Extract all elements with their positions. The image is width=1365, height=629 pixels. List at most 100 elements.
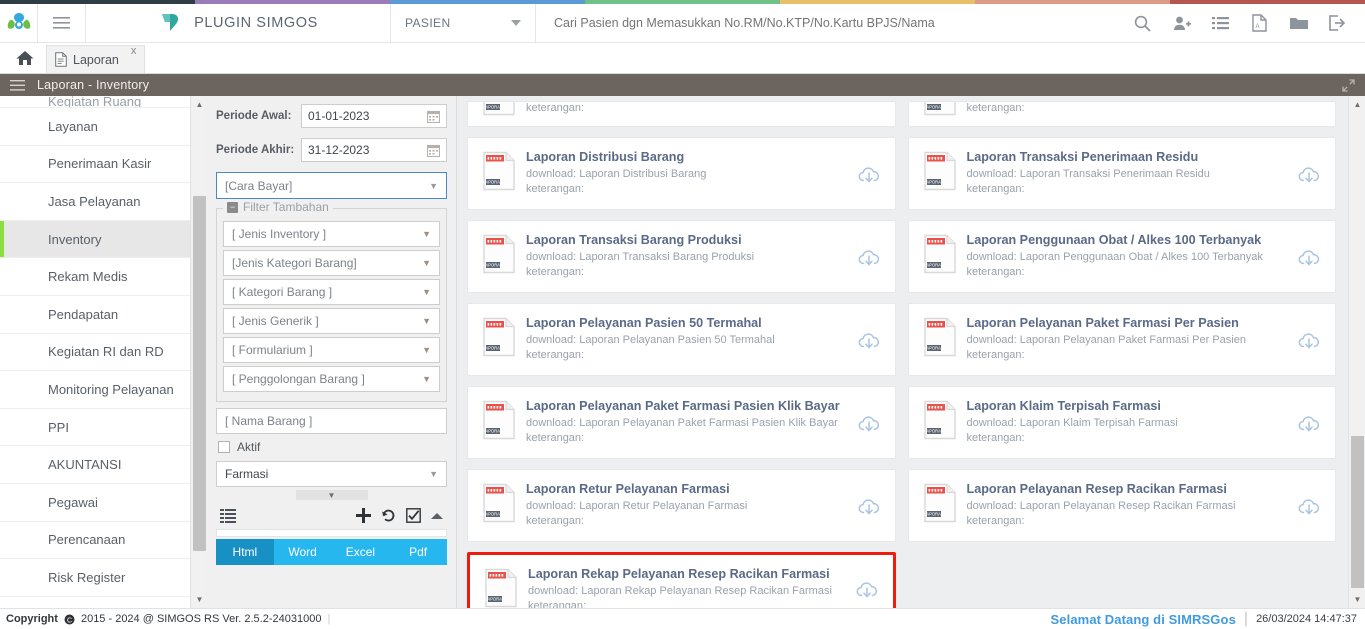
report-card[interactable]: LAPORAN Laporan Transaksi Penerimaan Res… bbox=[907, 137, 1336, 210]
list-lines-icon[interactable] bbox=[220, 508, 236, 523]
sidebar-item-pegawai[interactable]: Pegawai bbox=[0, 484, 207, 522]
plus-icon[interactable] bbox=[356, 508, 371, 523]
cloud-download-icon[interactable] bbox=[857, 331, 881, 351]
export-tab-word[interactable]: Word bbox=[273, 539, 332, 565]
sidebar-scroll-thumb[interactable] bbox=[193, 196, 206, 551]
search-icon[interactable] bbox=[1123, 4, 1162, 43]
scroll-down-arrow-icon[interactable]: ▼ bbox=[1349, 591, 1365, 608]
report-card-title[interactable]: Laporan Klaim Terpisah Farmasi bbox=[967, 399, 1298, 413]
report-card-title[interactable]: Laporan Retur Pelayanan Farmasi bbox=[526, 482, 857, 496]
tab-close-icon[interactable]: x bbox=[131, 45, 137, 57]
report-card[interactable]: LAPORAN Laporan Pelayanan Pasien 50 Term… bbox=[467, 303, 896, 376]
report-card[interactable]: LAPORAN Laporan Transaksi Barang Produks… bbox=[467, 220, 896, 293]
filter-select-3[interactable]: [ Jenis Generik ] ▼ bbox=[223, 308, 440, 334]
sidebar-item-akuntansi[interactable]: AKUNTANSI bbox=[0, 446, 207, 484]
hamburger-icon[interactable] bbox=[10, 79, 25, 91]
sidebar-item-ppi[interactable]: PPI bbox=[0, 409, 207, 447]
chevron-up-icon[interactable] bbox=[431, 512, 443, 520]
module-select[interactable]: PASIEN bbox=[391, 4, 536, 42]
patient-search-container[interactable] bbox=[536, 4, 1123, 42]
report-card[interactable]: LAPORAN Laporan Pelayanan Paket Farmasi … bbox=[907, 303, 1336, 376]
report-card[interactable]: LAPORAN Laporan Retur Pelayanan Farmasi d… bbox=[467, 469, 896, 542]
sidebar-item-monitoring-pelayanan[interactable]: Monitoring Pelayanan bbox=[0, 371, 207, 409]
report-card-title[interactable]: Laporan Distribusi Barang bbox=[526, 150, 857, 164]
tab-laporan[interactable]: Laporan x bbox=[46, 45, 146, 73]
main-scroll-thumb[interactable] bbox=[1351, 436, 1364, 588]
report-card[interactable]: LAPORAN Laporan Pelayanan Resep Racikan … bbox=[907, 469, 1336, 542]
filter-select-1[interactable]: [Jenis Kategori Barang] ▼ bbox=[223, 250, 440, 276]
report-card[interactable]: LAPORAN Laporan Penggunaan Obat / Alkes … bbox=[907, 220, 1336, 293]
report-card-title[interactable]: Laporan Pelayanan Paket Farmasi Pasien K… bbox=[526, 399, 857, 413]
cloud-download-icon[interactable] bbox=[855, 580, 879, 600]
export-tab-pdf[interactable]: Pdf bbox=[389, 539, 447, 565]
report-card[interactable]: LAPORAN Laporan Distribusi Barang downloa… bbox=[467, 137, 896, 210]
calendar-icon[interactable] bbox=[427, 110, 440, 123]
report-card[interactable]: LAPORAN Laporan Pelayanan Paket Farmasi … bbox=[467, 386, 896, 459]
report-card[interactable]: LAPORAN keterangan: bbox=[467, 101, 896, 127]
cloud-download-icon[interactable] bbox=[857, 248, 881, 268]
cloud-download-icon[interactable] bbox=[1297, 497, 1321, 517]
report-card[interactable]: LAPORAN keterangan: bbox=[907, 101, 1336, 127]
pdf-icon[interactable]: A bbox=[1240, 4, 1279, 43]
sidebar-item-penerimaan-kasir[interactable]: Penerimaan Kasir bbox=[0, 146, 207, 184]
cloud-download-icon[interactable] bbox=[1297, 414, 1321, 434]
cloud-download-icon[interactable] bbox=[1297, 165, 1321, 185]
home-tab-button[interactable] bbox=[8, 43, 42, 73]
filter-select-5[interactable]: [ Penggolongan Barang ] ▼ bbox=[223, 366, 440, 392]
sidebar-item-inventory[interactable]: Inventory bbox=[0, 220, 207, 259]
cloud-download-icon[interactable] bbox=[857, 497, 881, 517]
aktif-checkbox[interactable] bbox=[218, 441, 230, 453]
scroll-down-arrow-icon[interactable]: ▼ bbox=[191, 591, 207, 608]
report-card-title[interactable]: Laporan Penggunaan Obat / Alkes 100 Terb… bbox=[967, 233, 1298, 247]
cara-bayar-select[interactable]: [Cara Bayar] ▼ bbox=[216, 172, 447, 199]
scroll-up-arrow-icon[interactable]: ▲ bbox=[1349, 96, 1365, 113]
collapse-toggle-icon[interactable]: − bbox=[227, 201, 238, 213]
sidebar-item-rekam-medis[interactable]: Rekam Medis bbox=[0, 258, 207, 296]
report-card[interactable]: LAPORAN Laporan Klaim Terpisah Farmasi do… bbox=[907, 386, 1336, 459]
search-input[interactable] bbox=[554, 16, 1123, 30]
cloud-download-icon[interactable] bbox=[857, 165, 881, 185]
report-card-title[interactable]: Laporan Pelayanan Paket Farmasi Per Pasi… bbox=[967, 316, 1298, 330]
sidebar-item-partial[interactable]: Kegiatan Ruang bbox=[0, 96, 207, 108]
cloud-download-icon[interactable] bbox=[1297, 331, 1321, 351]
checkbox-checked-icon[interactable] bbox=[406, 508, 421, 523]
report-card-title[interactable]: Laporan Rekap Pelayanan Resep Racikan Fa… bbox=[528, 567, 855, 581]
sidebar-item-perencanaan[interactable]: Perencanaan bbox=[0, 522, 207, 560]
sidebar-scrollbar[interactable]: ▲ ▼ bbox=[190, 96, 207, 608]
unit-select[interactable]: Farmasi ▼ bbox=[216, 461, 447, 487]
cloud-download-icon[interactable] bbox=[1297, 248, 1321, 268]
cloud-download-icon[interactable] bbox=[857, 414, 881, 434]
add-user-icon[interactable] bbox=[1162, 4, 1201, 43]
report-card-title[interactable]: Laporan Pelayanan Resep Racikan Farmasi bbox=[967, 482, 1298, 496]
list-icon[interactable] bbox=[1201, 4, 1240, 43]
main-scrollbar[interactable]: ▲ ▼ bbox=[1348, 96, 1365, 608]
sidebar-item-kegiatan-ri-dan-rd[interactable]: Kegiatan RI dan RD bbox=[0, 334, 207, 372]
sidebar-item-jasa-pelayanan[interactable]: Jasa Pelayanan bbox=[0, 183, 207, 221]
report-card-title[interactable]: Laporan Pelayanan Pasien 50 Termahal bbox=[526, 316, 857, 330]
brand-logo[interactable] bbox=[0, 4, 38, 42]
panel-resize-handle[interactable]: ▼ bbox=[295, 490, 368, 500]
filter-hscroll-thumb[interactable] bbox=[217, 530, 419, 536]
report-card-title[interactable]: Laporan Transaksi Penerimaan Residu bbox=[967, 150, 1298, 164]
report-card[interactable]: LAPORAN Laporan Rekap Pelayanan Resep Ra… bbox=[467, 552, 896, 608]
scroll-up-arrow-icon[interactable]: ▲ bbox=[191, 96, 207, 113]
export-tab-excel[interactable]: Excel bbox=[331, 539, 390, 565]
filter-select-2[interactable]: [ Kategori Barang ] ▼ bbox=[223, 279, 440, 305]
filter-select-0[interactable]: [ Jenis Inventory ] ▼ bbox=[223, 221, 440, 247]
plugin-brand[interactable]: PLUGIN SIMGOS bbox=[86, 4, 391, 42]
expand-arrows-icon[interactable] bbox=[1342, 78, 1355, 92]
calendar-icon[interactable] bbox=[427, 144, 440, 157]
export-tab-html[interactable]: Html bbox=[216, 539, 274, 565]
periode-akhir-field[interactable]: 31-12-2023 bbox=[301, 138, 447, 162]
periode-awal-field[interactable]: 01-01-2023 bbox=[301, 104, 447, 128]
filter-select-4[interactable]: [ Formularium ] ▼ bbox=[223, 337, 440, 363]
logout-icon[interactable] bbox=[1318, 4, 1357, 43]
folder-icon[interactable] bbox=[1279, 4, 1318, 43]
sidebar-item-pendapatan[interactable]: Pendapatan bbox=[0, 296, 207, 334]
sidebar-item-layanan[interactable]: Layanan bbox=[0, 108, 207, 146]
history-reset-icon[interactable] bbox=[381, 508, 396, 523]
nama-barang-input[interactable]: [ Nama Barang ] bbox=[216, 408, 447, 434]
filter-horizontal-scrollbar[interactable] bbox=[216, 529, 447, 537]
menu-toggle-button[interactable] bbox=[38, 4, 86, 42]
report-card-title[interactable]: Laporan Transaksi Barang Produksi bbox=[526, 233, 857, 247]
